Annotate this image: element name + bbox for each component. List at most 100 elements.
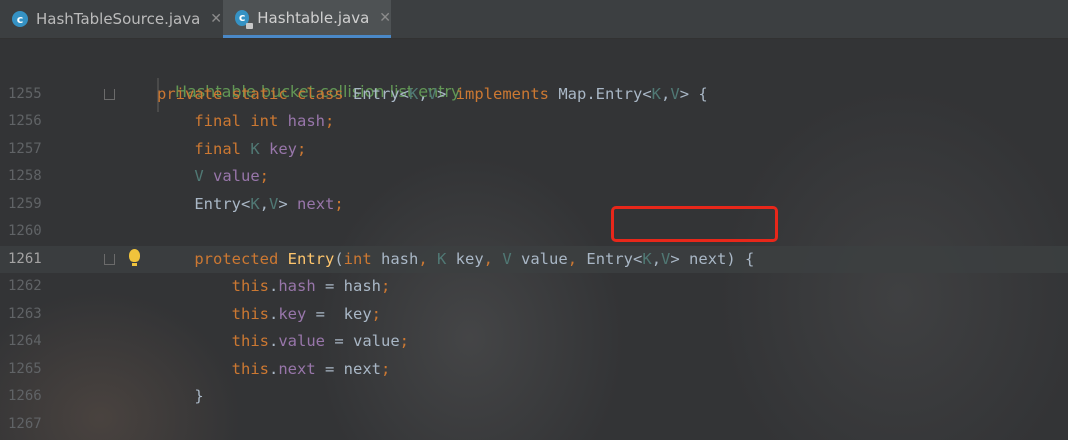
tab-label: HashTableSource.java: [35, 10, 201, 28]
fold-icon[interactable]: [104, 88, 115, 100]
code-token: = key: [315, 304, 372, 323]
code-line[interactable]: 1255 private static class Entry<K,V> impl…: [0, 81, 1068, 109]
code-token: ,: [418, 84, 428, 103]
code-token: = value: [334, 332, 400, 350]
line-number[interactable]: 1255: [8, 81, 48, 109]
code-token: .: [268, 359, 279, 378]
line-number[interactable]: 1266: [8, 383, 48, 411]
code-token: ,: [651, 249, 662, 268]
tab-hashtable[interactable]: c Hashtable.java ✕: [223, 0, 391, 38]
code-token: key: [278, 304, 316, 323]
code-token: > next) {: [670, 249, 755, 268]
code-token: K: [250, 139, 269, 158]
code-token: V: [661, 249, 671, 268]
code-text: this.next = next;: [157, 356, 391, 384]
code-token: int: [343, 249, 381, 268]
close-icon[interactable]: ✕: [379, 10, 391, 26]
code-token: ;: [297, 139, 307, 158]
code-line[interactable]: 1261 protected Entry(int hash, K key, V …: [0, 245, 1068, 274]
line-number[interactable]: 1259: [8, 191, 48, 219]
editor-tab-bar: c HashTableSource.java ✕ c Hashtable.jav…: [0, 0, 1068, 39]
code-token: ,: [661, 84, 671, 103]
code-token: ,: [418, 249, 437, 268]
code-token: Entry: [287, 249, 335, 268]
code-token: ,: [567, 249, 587, 268]
code-line[interactable]: 1267: [0, 411, 1068, 439]
code-token: >: [437, 84, 456, 103]
code-token: ;: [399, 332, 409, 350]
line-number[interactable]: 1262: [8, 273, 48, 301]
code-line[interactable]: 1266 }: [0, 383, 1068, 411]
code-token: ;: [381, 359, 391, 378]
code-token: ,: [259, 194, 270, 213]
line-number[interactable]: 1260: [8, 218, 48, 246]
code-token: .: [268, 332, 279, 350]
line-number[interactable]: 1257: [8, 136, 48, 164]
code-token: value: [213, 167, 260, 185]
code-text: final int hash;: [157, 108, 334, 136]
code-token: hash: [278, 277, 325, 295]
line-number[interactable]: 1267: [8, 411, 48, 439]
code-token: Entry<: [352, 84, 409, 103]
code-editor[interactable]: Hashtable bucket collision list entry 12…: [0, 38, 1068, 440]
code-token: V: [502, 249, 522, 268]
code-text: this.hash = hash;: [157, 273, 391, 301]
code-token: K: [250, 194, 260, 213]
code-token: value: [521, 249, 568, 268]
code-token: > {: [679, 84, 708, 103]
code-token: hash: [287, 112, 325, 130]
line-number[interactable]: 1258: [8, 163, 48, 191]
code-token: V: [427, 84, 437, 103]
tab-hashtablesource[interactable]: c HashTableSource.java ✕: [0, 0, 222, 38]
code-token: implements: [455, 84, 559, 103]
line-number[interactable]: 1256: [8, 108, 48, 136]
code-text: V value;: [157, 163, 269, 191]
line-number[interactable]: 1265: [8, 356, 48, 384]
code-token: protected: [194, 249, 288, 268]
code-text: }: [157, 383, 204, 411]
close-icon[interactable]: ✕: [210, 11, 222, 27]
code-token: this: [231, 304, 269, 323]
code-token: K: [408, 84, 419, 103]
code-token: = next: [325, 359, 381, 378]
code-token: }: [157, 387, 204, 405]
code-text: private static class Entry<K,V> implemen…: [157, 81, 708, 109]
code-token: this: [231, 332, 269, 350]
code-line[interactable]: 1264 this.value = value;: [0, 328, 1068, 356]
line-number[interactable]: 1263: [8, 301, 48, 329]
code-token: next: [278, 359, 325, 378]
code-token: hash: [381, 249, 419, 268]
code-token: .: [268, 304, 279, 323]
lightbulb-icon[interactable]: [129, 248, 140, 266]
code-line[interactable]: 1256 final int hash;: [0, 108, 1068, 136]
code-text: Entry<K,V> next;: [157, 191, 344, 219]
code-token: K: [437, 249, 456, 268]
java-class-icon: c: [235, 9, 254, 29]
code-token: V: [269, 194, 279, 213]
code-line[interactable]: 1265 this.next = next;: [0, 356, 1068, 384]
code-token: K: [651, 84, 661, 103]
code-line[interactable]: 1259 Entry<K,V> next;: [0, 191, 1068, 219]
code-token: key: [455, 249, 484, 268]
code-line[interactable]: 1260: [0, 218, 1068, 246]
code-token: private static class: [157, 84, 353, 103]
line-number[interactable]: 1261: [8, 246, 48, 274]
fold-icon[interactable]: [104, 253, 115, 265]
code-token: next: [297, 194, 335, 213]
code-token: >: [278, 194, 298, 213]
code-token: this: [231, 277, 269, 295]
code-line[interactable]: 1262 this.hash = hash;: [0, 273, 1068, 301]
code-line[interactable]: 1257 final K key;: [0, 136, 1068, 164]
code-token: Map.Entry<: [558, 84, 652, 103]
code-line[interactable]: 1263 this.key = key;: [0, 301, 1068, 329]
code-line[interactable]: 1258 V value;: [0, 163, 1068, 191]
line-number[interactable]: 1264: [8, 328, 48, 356]
code-token: ;: [381, 277, 391, 295]
code-text: this.value = value;: [157, 328, 409, 356]
code-token: ;: [334, 194, 344, 213]
